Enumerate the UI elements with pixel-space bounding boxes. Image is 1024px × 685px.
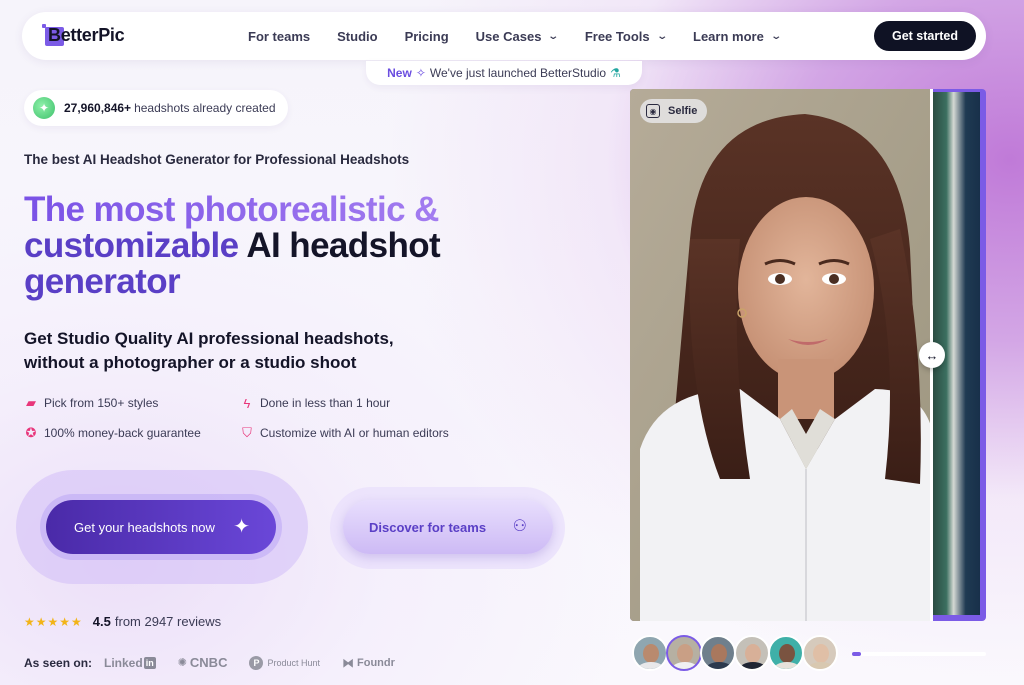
shield-check-icon: ⛉ [242, 425, 252, 440]
tagline: The best AI Headshot Generator for Profe… [24, 152, 410, 167]
selfie-photo: ◉ Selfie [630, 89, 932, 621]
example-carousel [632, 635, 838, 671]
sparkle-icon: ✦ [33, 97, 55, 119]
get-headshots-button[interactable]: Get your headshots now ✦ [46, 500, 276, 554]
medal-icon: ✪ [25, 425, 37, 440]
nav-link-learn-more[interactable]: Learn more ⌄ [693, 28, 782, 44]
feature-label: Done in less than 1 hour [260, 396, 391, 410]
carousel-progress-fill [852, 652, 862, 656]
sparkle-icon: ✧ [415, 66, 426, 80]
feature-item: ✪ 100% money-back guarantee [24, 425, 201, 440]
product-hunt-logo: P Product Hunt [249, 655, 320, 670]
headline-part3: AI headshot [246, 226, 441, 265]
announcement-banner[interactable]: New ✧ We've just launched BetterStudio ⚗ [366, 61, 642, 85]
nav-link-label: Free Tools [584, 28, 650, 44]
feature-label: 100% money-back guarantee [44, 426, 201, 440]
nav-link-label: Pricing [404, 28, 449, 44]
carousel-thumbnail[interactable] [802, 635, 838, 671]
book-icon: ▰ [26, 395, 36, 410]
subheadline: Get Studio Quality AI professional heads… [24, 329, 394, 372]
nav-link-label: Learn more [693, 28, 764, 44]
rating-value: 4.5 [92, 614, 111, 629]
page-title: The most photorealistic & customizable A… [24, 192, 584, 300]
team-icon: ⚇ [512, 518, 527, 535]
nav-link-free-tools[interactable]: Free Tools ⌄ [584, 28, 668, 44]
discover-teams-label: Discover for teams [369, 519, 487, 535]
feature-item: ⛉ Customize with AI or human editors [240, 425, 449, 440]
thumbnail-body [807, 662, 835, 669]
nav-link-label: Use Cases [475, 28, 542, 44]
headshot-count: 27,960,846+ [64, 101, 132, 115]
nav-link-use-cases[interactable]: Use Cases ⌄ [475, 28, 560, 44]
rating-text: from 2947 reviews [114, 614, 222, 629]
nav-links: For teams Studio Pricing Use Cases ⌄ Free… [248, 12, 807, 60]
carousel-thumbnail[interactable] [632, 635, 668, 671]
thumbnail-face [711, 644, 727, 663]
headshot-counter: ✦ 27,960,846+ headshots already created [24, 90, 288, 126]
star-rating-icon: ★★★★★ [24, 614, 83, 629]
chevron-down-icon: ⌄ [547, 30, 560, 42]
feature-item: ϟ Done in less than 1 hour [240, 395, 391, 411]
carousel-thumbnail[interactable] [700, 635, 736, 671]
rating: ★★★★★ 4.5 from 2947 reviews [24, 614, 221, 629]
headline-part2: customizable [24, 226, 239, 265]
nav-link-label: Studio [337, 28, 378, 44]
feature-item: ▰ Pick from 150+ styles [24, 395, 159, 410]
thumbnail-face [779, 644, 795, 663]
foundr-logo: ⧓ Foundr [342, 655, 395, 670]
chevron-down-icon: ⌄ [655, 30, 668, 42]
thumbnail-face [813, 644, 829, 663]
cnbc-logo: ✺ CNBC [177, 655, 228, 670]
announcement-text: We've just launched BetterStudio [429, 66, 607, 80]
as-seen-on-label: As seen on: [24, 655, 93, 670]
carousel-progress [852, 652, 986, 656]
thumbnail-body [705, 662, 733, 669]
feature-label: Pick from 150+ styles [44, 396, 159, 410]
linkedin-logo: Linked in [104, 655, 156, 670]
logo[interactable]: BetterPic [42, 24, 125, 46]
selfie-badge: ◉ Selfie [640, 99, 708, 123]
new-badge: New [387, 66, 412, 80]
get-started-button[interactable]: Get started [874, 21, 976, 51]
thumbnail-body [671, 662, 699, 669]
feature-label: Customize with AI or human editors [260, 426, 449, 440]
thumbnail-body [739, 662, 767, 669]
nav-link-studio[interactable]: Studio [337, 29, 377, 44]
carousel-thumbnail[interactable] [666, 635, 702, 671]
before-after-comparison[interactable]: ◉ Selfie ↔ [630, 89, 986, 621]
get-headshots-label: Get your headshots now [74, 519, 215, 535]
nav-link-for-teams[interactable]: For teams [248, 29, 310, 44]
press-logos: As seen on: Linked in ✺ CNBC P Product Hunt… [24, 655, 417, 670]
nav-link-label: For teams [248, 28, 311, 44]
flask-icon: ⚗ [610, 66, 621, 80]
carousel-thumbnail[interactable] [768, 635, 804, 671]
thumbnail-face [643, 644, 659, 663]
headline-part1: The most photorealistic & [24, 190, 439, 229]
headshot-count-label: headshots already created [134, 101, 276, 115]
sparkle-icon: ✦ [233, 516, 250, 538]
headline-part4: generator [24, 262, 181, 301]
drag-handle-icon[interactable]: ↔ [919, 342, 945, 368]
camera-icon: ◉ [646, 104, 660, 118]
thumbnail-body [637, 662, 665, 669]
thumbnail-face [677, 644, 693, 663]
selfie-badge-label: Selfie [668, 105, 698, 117]
top-navbar: BetterPic For teams Studio Pricing Use C… [22, 12, 986, 60]
thumbnail-body [773, 662, 801, 669]
logo-text: BetterPic [48, 24, 125, 45]
discover-teams-button[interactable]: Discover for teams ⚇ [343, 500, 553, 554]
thumbnail-face [745, 644, 761, 663]
chevron-down-icon: ⌄ [770, 30, 782, 42]
lightning-icon: ϟ [243, 395, 251, 411]
nav-link-pricing[interactable]: Pricing [405, 29, 449, 44]
selfie-portrait-image [630, 89, 932, 621]
carousel-thumbnail[interactable] [734, 635, 770, 671]
